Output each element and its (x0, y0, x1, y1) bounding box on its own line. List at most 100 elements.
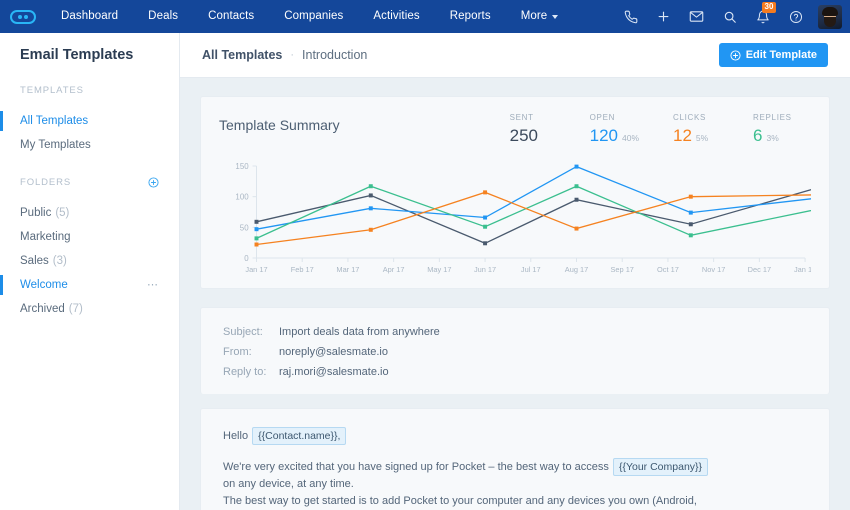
svg-text:150: 150 (235, 162, 249, 171)
stat-sent: SENT 250 (510, 113, 556, 146)
summary-line-chart: 0 50 100 150 Jan 17 Feb 17 Mar 17 Apr 17 May 17 J… (219, 160, 811, 280)
search-icon[interactable] (713, 0, 746, 33)
sidebar-item-all-templates[interactable]: All Templates (0, 109, 179, 133)
meta-row-reply-to: Reply to: raj.mori@salesmate.io (223, 366, 807, 378)
bell-icon[interactable]: 30 (746, 0, 779, 33)
stat-clicks: CLICKS 12 5% (673, 113, 719, 146)
svg-text:May 17: May 17 (427, 265, 451, 274)
meta-row-from: From: noreply@salesmate.io (223, 346, 807, 358)
sidebar-item-label: All Templates (20, 115, 89, 127)
stat-value: 12 (673, 126, 692, 145)
sidebar-item-label: Archived (20, 303, 65, 315)
email-paragraph-2: The best way to get started is to add Po… (223, 493, 807, 510)
sidebar-item-welcome[interactable]: Welcome ⋯ (0, 273, 179, 297)
nav-link-dashboard[interactable]: Dashboard (46, 0, 133, 33)
main-content: All Templates · Introduction Edit Templa… (180, 33, 850, 510)
sidebar-item-label: Marketing (20, 231, 71, 243)
nav-link-companies[interactable]: Companies (269, 0, 358, 33)
email-body-card: Hello {{Contact.name}}, We're very excit… (200, 408, 830, 510)
envelope-icon[interactable] (680, 0, 713, 33)
meta-key: Subject: (223, 326, 263, 338)
template-summary-card: Template Summary SENT 250 OPEN 120 40% C… (200, 96, 830, 289)
stat-open: OPEN 120 40% (590, 113, 639, 146)
sidebar-item-public[interactable]: Public (5) (0, 201, 179, 225)
stat-value-row: 250 (510, 126, 556, 146)
primary-nav-links: Dashboard Deals Contacts Companies Activ… (46, 0, 573, 33)
nav-link-contacts[interactable]: Contacts (193, 0, 269, 33)
sidebar-item-count: (7) (68, 303, 83, 315)
paragraph-1-text: We're very excited that you have signed … (223, 461, 609, 473)
plus-icon[interactable] (647, 0, 680, 33)
email-greeting: Hello {{Contact.name}}, (223, 427, 807, 445)
notification-badge: 30 (762, 2, 776, 13)
sidebar-section-templates-heading: TEMPLATES (0, 85, 179, 96)
nav-actions: 30 (614, 0, 850, 33)
stat-percent: 3% (766, 133, 779, 143)
folder-options-icon[interactable]: ⋯ (147, 280, 159, 291)
phone-icon[interactable] (614, 0, 647, 33)
summary-title: Template Summary (219, 117, 340, 133)
breadcrumb-separator: · (290, 49, 295, 61)
avatar[interactable] (818, 4, 842, 29)
app-logo[interactable] (0, 9, 46, 24)
nav-link-reports[interactable]: Reports (435, 0, 506, 33)
sidebar-item-my-templates[interactable]: My Templates (0, 133, 179, 157)
stat-label: CLICKS (673, 113, 707, 122)
svg-text:0: 0 (244, 254, 249, 263)
stat-value-row: 120 40% (590, 126, 639, 146)
svg-text:100: 100 (235, 193, 249, 202)
nav-link-more-label: More (520, 10, 548, 22)
svg-text:Feb 17: Feb 17 (291, 265, 314, 274)
edit-template-label: Edit Template (745, 49, 817, 61)
salesmate-logo-icon (10, 9, 36, 24)
sidebar-item-sales[interactable]: Sales (3) (0, 249, 179, 273)
sidebar-item-marketing[interactable]: Marketing (0, 225, 179, 249)
sidebar: Email Templates TEMPLATES All Templates … (0, 33, 180, 510)
stat-label: OPEN (589, 113, 616, 122)
svg-text:Jan 17: Jan 17 (245, 265, 267, 274)
stat-value: 250 (509, 126, 538, 145)
app-root: Dashboard Deals Contacts Companies Activ… (0, 0, 850, 510)
svg-text:Dec 17: Dec 17 (748, 265, 771, 274)
meta-value: Import deals data from anywhere (279, 326, 440, 338)
summary-header: Template Summary SENT 250 OPEN 120 40% C… (219, 113, 811, 146)
sidebar-item-count: (5) (55, 207, 70, 219)
stat-value-row: 6 3% (753, 126, 799, 146)
greeting-prefix: Hello (223, 430, 249, 442)
sidebar-item-count: (3) (52, 255, 67, 267)
merge-tag-your-company[interactable]: {{Your Company}} (612, 458, 709, 476)
sidebar-item-label: Public (20, 207, 52, 219)
logo-dot-right (24, 14, 28, 19)
nav-link-more[interactable]: More (506, 0, 574, 33)
meta-key: Reply to: (223, 366, 267, 378)
logo-dot-left (18, 14, 22, 19)
stat-value-row: 12 5% (673, 126, 719, 146)
content-scroll-area[interactable]: Template Summary SENT 250 OPEN 120 40% C… (180, 78, 850, 510)
merge-tag-contact-name[interactable]: {{Contact.name}}, (252, 427, 347, 445)
sidebar-item-label: Welcome (20, 279, 68, 291)
stat-value: 6 (753, 126, 763, 145)
svg-text:Jun 17: Jun 17 (474, 265, 496, 274)
help-icon[interactable] (779, 0, 812, 33)
body-wrapper: Email Templates TEMPLATES All Templates … (0, 33, 850, 510)
sidebar-item-archived[interactable]: Archived (7) (0, 297, 179, 321)
stat-value: 120 (589, 126, 618, 145)
stat-replies: REPLIES 6 3% (753, 113, 799, 146)
sidebar-section-folders-heading: FOLDERS (0, 177, 179, 188)
edit-template-button[interactable]: Edit Template (718, 43, 828, 67)
sidebar-item-label: Sales (20, 255, 49, 267)
meta-value: raj.mori@salesmate.io (279, 366, 389, 378)
plus-circle-icon (730, 49, 741, 61)
avatar-hair (822, 6, 838, 16)
nav-link-deals[interactable]: Deals (133, 0, 193, 33)
paragraph-1-continuation: on any device, at any time. (223, 478, 354, 490)
add-folder-icon[interactable] (148, 177, 159, 188)
email-meta-card: Subject: Import deals data from anywhere… (200, 307, 830, 394)
svg-text:Oct 17: Oct 17 (657, 265, 679, 274)
chevron-down-icon (552, 14, 559, 19)
paragraph-2-line-1: The best way to get started is to add Po… (223, 495, 697, 507)
breadcrumb-root[interactable]: All Templates (202, 48, 282, 62)
nav-link-activities[interactable]: Activities (358, 0, 434, 33)
svg-text:Apr 17: Apr 17 (383, 265, 405, 274)
